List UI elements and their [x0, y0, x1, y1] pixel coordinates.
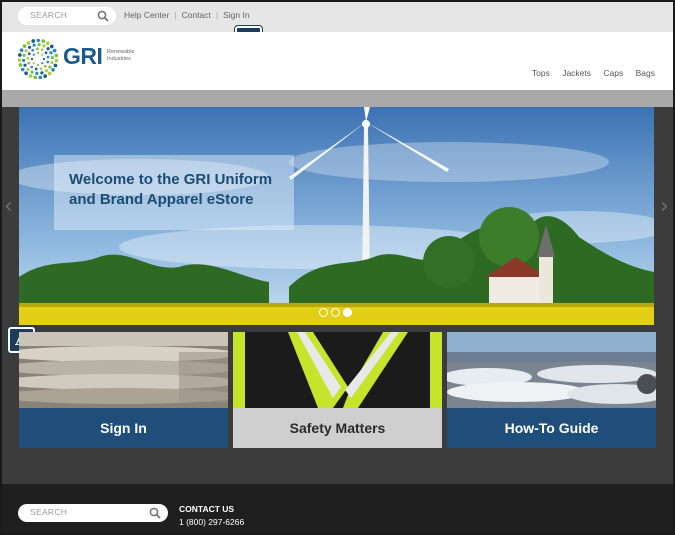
- utility-links: Help Center | Contact | Sign In: [124, 10, 250, 20]
- header-divider-band: [2, 90, 673, 107]
- utility-bar: SEARCH Help Center | Contact | Sign In: [2, 2, 673, 32]
- tile-how-to-guide[interactable]: How-To Guide: [447, 332, 656, 448]
- logo-wordmark[interactable]: GRI: [63, 43, 103, 70]
- search-icon[interactable]: [97, 10, 109, 22]
- safety-vest-image: [233, 332, 442, 408]
- nav-item-caps[interactable]: Caps: [603, 68, 623, 78]
- slide-dot-1[interactable]: [319, 308, 328, 317]
- contact-link[interactable]: Contact: [182, 10, 211, 20]
- contact-phone[interactable]: 1 (800) 297-6266: [179, 517, 244, 527]
- chevron-left-icon[interactable]: ‹: [4, 194, 13, 219]
- hero-caption-text: Welcome to the GRI Uniform and Brand App…: [69, 171, 273, 208]
- site-header: GRI Renewable Industries Tops Jackets Ca…: [2, 32, 673, 90]
- nav-item-jackets[interactable]: Jackets: [562, 68, 591, 78]
- tile-label: Safety Matters: [233, 408, 442, 448]
- hero-caption-box: Welcome to the GRI Uniform and Brand App…: [54, 155, 294, 230]
- chevron-right-icon[interactable]: ›: [660, 194, 669, 219]
- tile-label: Sign In: [19, 408, 228, 448]
- contact-heading: CONTACT US: [179, 504, 235, 514]
- slide-dot-2[interactable]: [331, 308, 340, 317]
- sign-in-link[interactable]: Sign In: [223, 10, 249, 20]
- hero-slider[interactable]: Welcome to the GRI Uniform and Brand App…: [19, 107, 654, 325]
- logo-subtitle: Renewable Industries: [107, 49, 135, 62]
- tile-safety-matters[interactable]: Safety Matters: [233, 332, 442, 448]
- nav-item-bags[interactable]: Bags: [636, 68, 655, 78]
- gri-logo-icon[interactable]: [18, 39, 58, 79]
- metal-rings-image: [19, 332, 228, 408]
- search-icon[interactable]: [149, 507, 161, 519]
- slide-indicators: [319, 304, 355, 322]
- tile-label: How-To Guide: [447, 408, 656, 448]
- slide-dot-3[interactable]: [343, 308, 352, 317]
- link-separator: |: [174, 10, 177, 20]
- site-footer: SEARCH CONTACT US 1 (800) 297-6266: [2, 484, 673, 533]
- main-nav: Tops Jackets Caps Bags: [522, 68, 655, 78]
- top-search-input[interactable]: SEARCH: [18, 7, 116, 25]
- tile-sign-in[interactable]: Sign In: [19, 332, 228, 448]
- steel-pipes-image: [447, 332, 656, 408]
- nav-item-tops[interactable]: Tops: [532, 68, 550, 78]
- search-placeholder: SEARCH: [30, 10, 68, 20]
- search-placeholder: SEARCH: [30, 507, 68, 517]
- browser-frame: SEARCH Help Center|Contact|Sign In A GRI…: [0, 0, 675, 535]
- link-separator: |: [215, 10, 219, 20]
- footer-search-input[interactable]: SEARCH: [18, 504, 168, 522]
- help-center-link[interactable]: Help Center: [124, 10, 169, 20]
